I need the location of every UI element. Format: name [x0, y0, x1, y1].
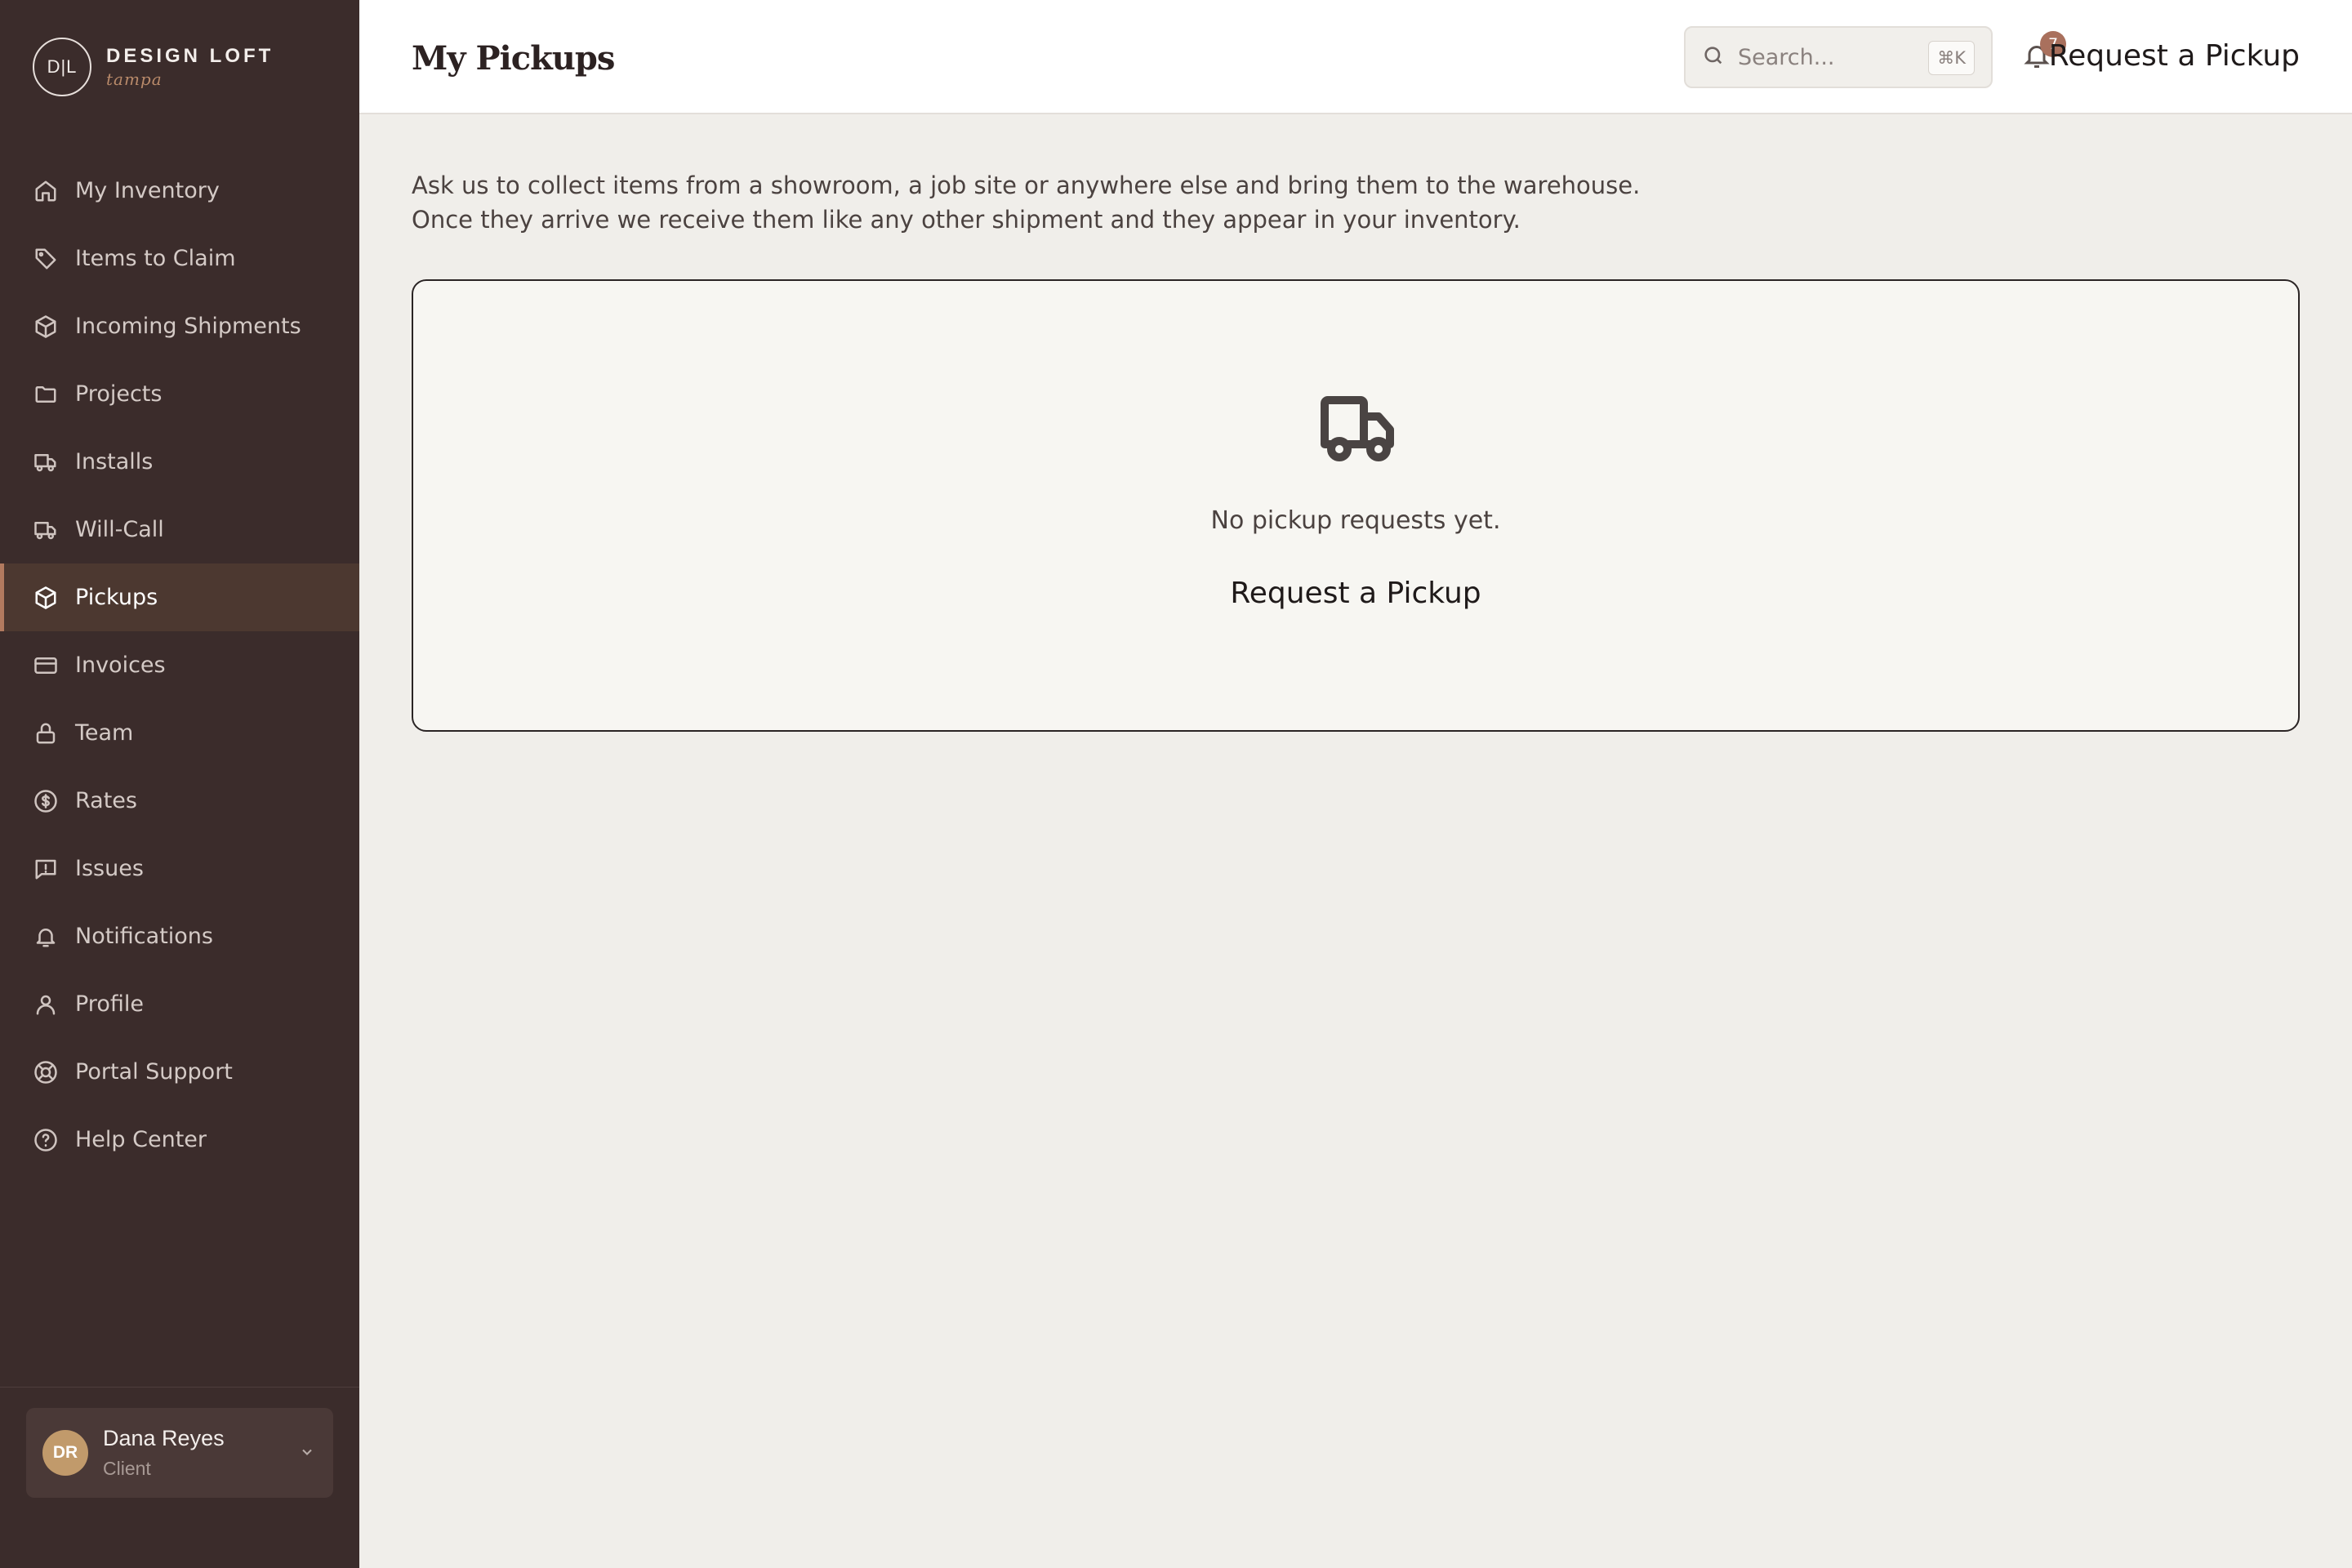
sidebar-item-installs[interactable]: Installs: [0, 428, 359, 496]
intro-line-2: Once they arrive we receive them like an…: [412, 206, 1521, 234]
sidebar-item-label: Will-Call: [75, 517, 164, 542]
lock-icon: [33, 720, 59, 746]
sidebar-item-portal-support[interactable]: Portal Support: [0, 1038, 359, 1106]
sidebar-item-label: Notifications: [75, 924, 213, 949]
bell-icon: [33, 924, 59, 950]
user-name: Dana Reyes: [103, 1426, 225, 1450]
sidebar-item-label: Projects: [75, 381, 163, 407]
truck-icon: [1320, 395, 1398, 464]
truck-icon: [33, 449, 59, 475]
user-info: Dana Reyes Client: [103, 1426, 225, 1480]
sidebar-item-label: Incoming Shipments: [75, 314, 301, 339]
sidebar-divider: [0, 1387, 359, 1388]
life-buoy-icon: [33, 1059, 59, 1085]
sidebar-item-items-to-claim[interactable]: Items to Claim: [0, 225, 359, 292]
home-icon: [33, 178, 59, 204]
sidebar-item-label: Items to Claim: [75, 246, 236, 271]
brand-sub: tampa: [106, 69, 163, 89]
sidebar: D|L DESIGN LOFT tampa My Inventory Items…: [0, 0, 359, 1568]
box-icon: [33, 585, 59, 611]
page-title: My Pickups: [412, 39, 615, 78]
search-input[interactable]: Search... ⌘K: [1684, 26, 1993, 88]
sidebar-item-label: My Inventory: [75, 178, 220, 203]
sidebar-item-invoices[interactable]: Invoices: [0, 631, 359, 699]
sidebar-item-projects[interactable]: Projects: [0, 360, 359, 428]
bell-icon: [2022, 46, 2051, 74]
chevron-down-icon: [299, 1444, 315, 1463]
sidebar-item-pickups[interactable]: Pickups: [0, 564, 359, 631]
message-alert-icon: [33, 856, 59, 882]
box-icon: [33, 314, 59, 340]
logo-mark: D|L: [33, 38, 91, 96]
sidebar-item-rates[interactable]: Rates: [0, 767, 359, 835]
sidebar-item-notifications[interactable]: Notifications: [0, 902, 359, 970]
sidebar-nav: My Inventory Items to Claim Incoming Shi…: [0, 157, 359, 1174]
search-icon: [1702, 44, 1725, 70]
user-menu[interactable]: DR Dana Reyes Client: [26, 1408, 333, 1498]
search-shortcut: ⌘K: [1928, 41, 1975, 75]
intro-line-1: Ask us to collect items from a showroom,…: [412, 172, 1641, 199]
help-circle-icon: [33, 1127, 59, 1153]
sidebar-item-label: Profile: [75, 991, 144, 1017]
brand-logo[interactable]: D|L DESIGN LOFT tampa: [33, 38, 274, 96]
sidebar-item-profile[interactable]: Profile: [0, 970, 359, 1038]
logo-text: DESIGN LOFT tampa: [106, 45, 274, 89]
sidebar-item-incoming-shipments[interactable]: Incoming Shipments: [0, 292, 359, 360]
sidebar-item-help-center[interactable]: Help Center: [0, 1106, 359, 1174]
intro-text: Ask us to collect items from a showroom,…: [412, 168, 1640, 237]
sidebar-item-issues[interactable]: Issues: [0, 835, 359, 902]
credit-card-icon: [33, 653, 59, 679]
sidebar-item-label: Issues: [75, 856, 144, 881]
user-icon: [33, 991, 59, 1018]
sidebar-item-label: Help Center: [75, 1127, 207, 1152]
sidebar-item-my-inventory[interactable]: My Inventory: [0, 157, 359, 225]
truck-icon: [33, 517, 59, 543]
top-header: My Pickups Search... ⌘K 7 Request a Pick…: [359, 0, 2352, 114]
search-placeholder: Search...: [1738, 44, 1835, 70]
sidebar-item-team[interactable]: Team: [0, 699, 359, 767]
sidebar-item-label: Invoices: [75, 653, 166, 678]
tag-icon: [33, 246, 59, 272]
empty-state-card: No pickup requests yet. Request a Pickup: [412, 279, 2300, 732]
empty-state-request-pickup-button[interactable]: Request a Pickup: [413, 577, 2298, 610]
empty-state-message: No pickup requests yet.: [1210, 506, 1501, 535]
sidebar-item-label: Installs: [75, 449, 154, 474]
avatar: DR: [42, 1430, 88, 1476]
brand-name: DESIGN LOFT: [106, 45, 274, 67]
sidebar-item-will-call[interactable]: Will-Call: [0, 496, 359, 564]
user-role: Client: [103, 1458, 151, 1479]
request-pickup-button[interactable]: Request a Pickup: [2049, 39, 2300, 73]
sidebar-item-label: Portal Support: [75, 1059, 233, 1085]
folder-icon: [33, 381, 59, 408]
sidebar-item-label: Rates: [75, 788, 137, 813]
sidebar-item-label: Pickups: [75, 585, 158, 610]
dollar-circle-icon: [33, 788, 59, 814]
sidebar-item-label: Team: [75, 720, 134, 746]
